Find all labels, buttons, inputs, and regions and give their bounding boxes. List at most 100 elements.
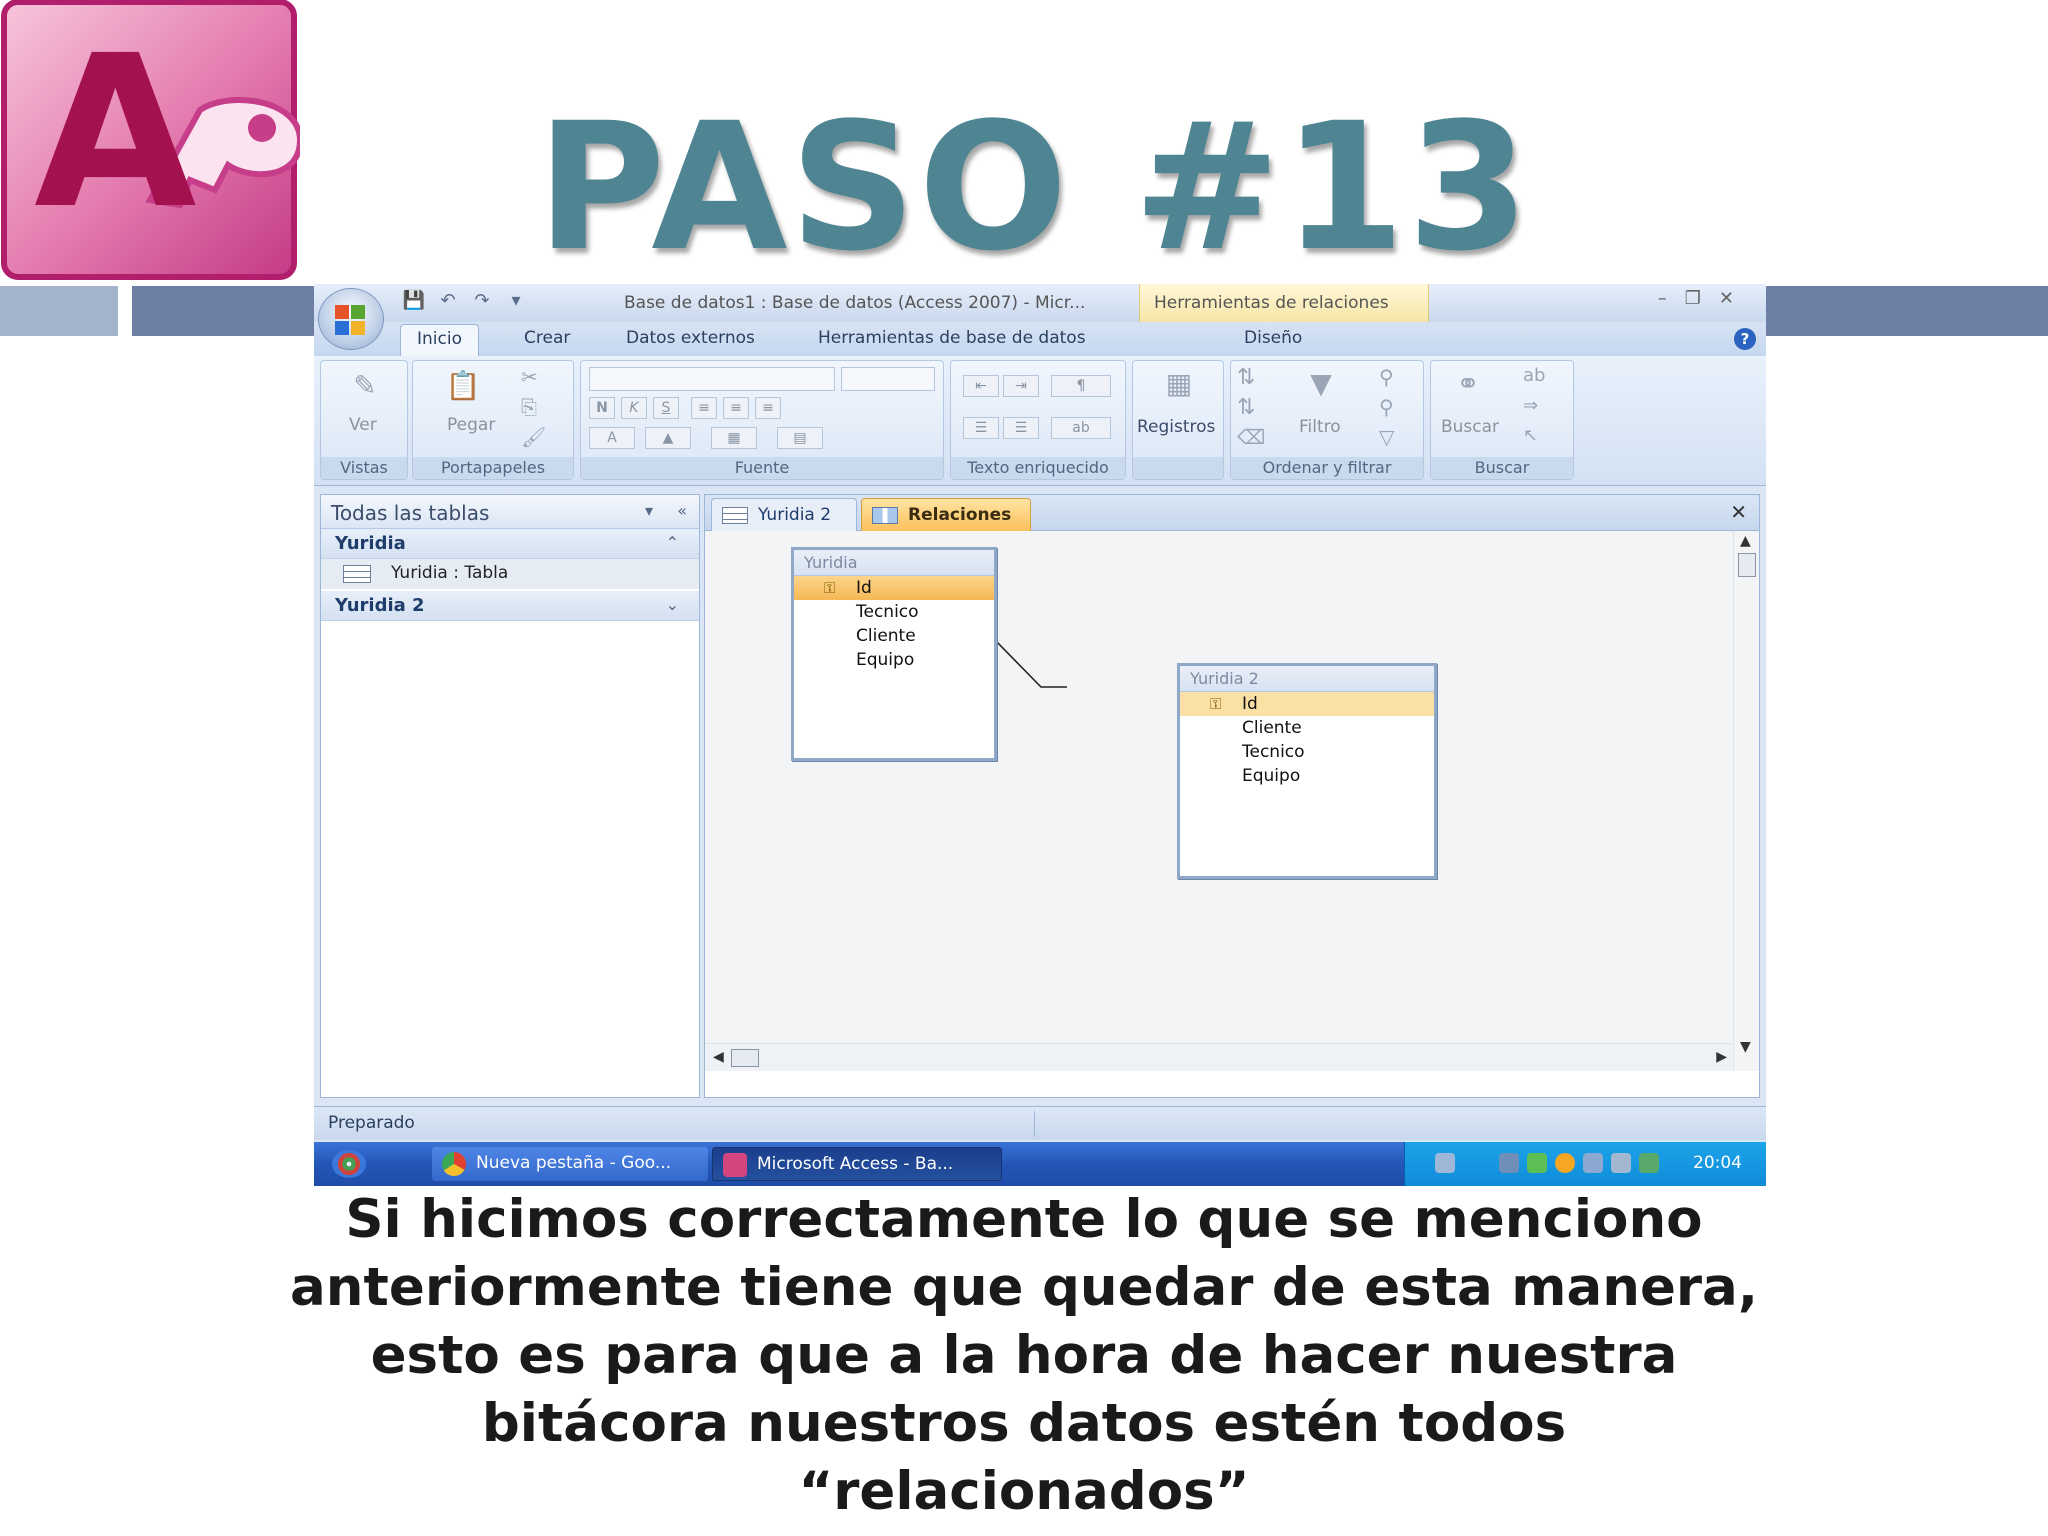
chevron-down-icon[interactable]: ▾ [645,501,653,520]
group-label: Fuente [581,457,943,479]
advanced-filter-icon[interactable]: ⚲ [1379,395,1394,419]
help-icon[interactable]: ? [1734,328,1756,350]
display-icon[interactable] [1583,1153,1603,1173]
office-button[interactable] [318,288,384,350]
tab-diseno[interactable]: Diseño [1244,328,1302,348]
highlight-icon[interactable]: ab [1051,417,1111,439]
paste-button[interactable]: Pegar [447,415,495,435]
view-button[interactable]: Ver [349,415,377,435]
nav-group-yuridia-2[interactable]: Yuridia 2 ⌄ [321,591,699,621]
tab-datos-externos[interactable]: Datos externos [626,328,755,348]
chevron-down-icon[interactable]: ⌄ [666,595,679,614]
antivirus-icon[interactable] [1555,1153,1575,1173]
format-painter-icon[interactable]: 🖌 [521,425,546,449]
tab-herramientas-bd[interactable]: Herramientas de base de datos [818,328,1086,348]
document-tabs: Yuridia 2 Relaciones ✕ [705,495,1759,531]
group-portapapeles: 📋 Pegar ✂ ⎘ 🖌 Portapapeles [412,360,574,480]
quick-access-toolbar: 💾 ↶ ↷ ▾ [402,290,552,316]
gridlines-icon[interactable]: ▦ [711,427,757,449]
select-icon[interactable]: ↖ [1523,425,1538,446]
keyboard-icon[interactable] [1435,1153,1455,1173]
scroll-left-icon[interactable]: ◀ [713,1049,724,1065]
volume-icon[interactable] [1499,1153,1519,1173]
customize-qat-icon[interactable]: ▾ [504,290,528,312]
collapse-pane-icon[interactable]: « [677,501,687,520]
sort-ascending-icon[interactable]: ⇅ [1237,365,1255,390]
relationships-icon [872,507,898,524]
toggle-filter-icon[interactable]: ▽ [1379,425,1394,449]
nav-group-yuridia[interactable]: Yuridia ⌃ [321,529,699,559]
view-icon: ✎ [353,369,377,402]
context-tab-relationship-tools: Herramientas de relaciones [1139,284,1429,322]
font-color-button[interactable]: A [589,427,635,449]
doc-tab-yuridia-2[interactable]: Yuridia 2 [711,498,857,531]
field-row[interactable]: Equipo [794,648,994,672]
close-icon[interactable]: ✕ [1719,288,1752,309]
font-name-combo[interactable] [589,367,835,391]
close-icon[interactable]: ✕ [1730,500,1747,524]
vertical-scrollbar[interactable]: ▲ ▼ [1733,531,1759,1071]
save-icon[interactable]: 💾 [402,290,426,312]
scroll-right-icon[interactable]: ▶ [1716,1049,1727,1065]
field-row[interactable]: Tecnico [794,600,994,624]
system-tray: 20:04 [1404,1142,1766,1186]
goto-icon[interactable]: ⇒ [1523,395,1538,416]
bold-button[interactable]: N [589,397,615,419]
minimize-icon[interactable]: – [1658,288,1685,309]
nav-header[interactable]: Todas las tablas ▾ « [321,495,699,529]
relationships-canvas[interactable]: Yuridia ⚿ Id Tecnico Cliente Equipo Yurid… [705,531,1735,1071]
field-row[interactable]: Equipo [1180,764,1434,788]
align-left-icon[interactable]: ≡ [691,397,717,419]
field-row[interactable]: Cliente [1180,716,1434,740]
records-button[interactable]: Registros [1137,417,1215,437]
doc-tab-relaciones[interactable]: Relaciones [861,498,1031,531]
chevron-up-icon[interactable]: ⌃ [666,533,679,552]
copy-icon[interactable]: ⎘ [521,395,537,419]
taskbar-item-chrome[interactable]: Nueva pestaña - Goo... [432,1147,708,1181]
italic-button[interactable]: K [621,397,647,419]
align-right-icon[interactable]: ≡ [755,397,781,419]
scroll-down-icon[interactable]: ▼ [1740,1039,1751,1055]
paragraph-icon[interactable]: ¶ [1051,375,1111,397]
selection-filter-icon[interactable]: ⚲ [1379,365,1394,389]
primary-key-icon: ⚿ [1210,695,1222,713]
scroll-thumb[interactable] [1738,553,1756,577]
table-icon [722,507,748,524]
numbered-list-icon[interactable]: ☰ [963,417,999,439]
scroll-thumb[interactable] [731,1049,759,1067]
find-button[interactable]: Buscar [1441,417,1499,437]
nav-item-yuridia-table[interactable]: Yuridia : Tabla [321,559,699,589]
filter-button[interactable]: Filtro [1299,417,1341,437]
font-size-combo[interactable] [841,367,935,391]
maximize-icon[interactable]: ❐ [1685,288,1719,309]
security-icon[interactable] [1639,1153,1659,1173]
alternate-fill-icon[interactable]: ▤ [777,427,823,449]
network-icon[interactable] [1527,1153,1547,1173]
update-icon[interactable] [1611,1153,1631,1173]
field-row[interactable]: ⚿ Id [794,576,994,600]
table-box-yuridia[interactable]: Yuridia ⚿ Id Tecnico Cliente Equipo [791,547,997,761]
fill-color-icon[interactable]: ▲ [645,427,691,449]
underline-button[interactable]: S [653,397,679,419]
tab-crear[interactable]: Crear [524,328,570,348]
horizontal-scrollbar[interactable]: ◀ ▶ [705,1043,1735,1071]
field-row[interactable]: Tecnico [1180,740,1434,764]
replace-icon[interactable]: ab [1523,365,1545,386]
increase-indent-icon[interactable]: ⇥ [1003,375,1039,397]
sort-descending-icon[interactable]: ⇅ [1237,395,1255,420]
table-box-yuridia-2[interactable]: Yuridia 2 ⚿ Id Cliente Tecnico Equipo [1177,663,1437,879]
clear-sort-icon[interactable]: ⌫ [1237,425,1265,449]
group-label: Texto enriquecido [951,457,1125,479]
tab-inicio[interactable]: Inicio [400,324,479,356]
scroll-up-icon[interactable]: ▲ [1740,533,1751,549]
bullet-list-icon[interactable]: ☰ [1003,417,1039,439]
decrease-indent-icon[interactable]: ⇤ [963,375,999,397]
field-row[interactable]: Cliente [794,624,994,648]
redo-icon[interactable]: ↷ [470,290,494,312]
align-center-icon[interactable]: ≡ [723,397,749,419]
start-button[interactable] [332,1150,366,1178]
taskbar-item-access[interactable]: Microsoft Access - Ba... [712,1147,1002,1181]
field-row[interactable]: ⚿ Id [1180,692,1434,716]
cut-icon[interactable]: ✂ [521,365,538,389]
undo-icon[interactable]: ↶ [436,290,460,312]
